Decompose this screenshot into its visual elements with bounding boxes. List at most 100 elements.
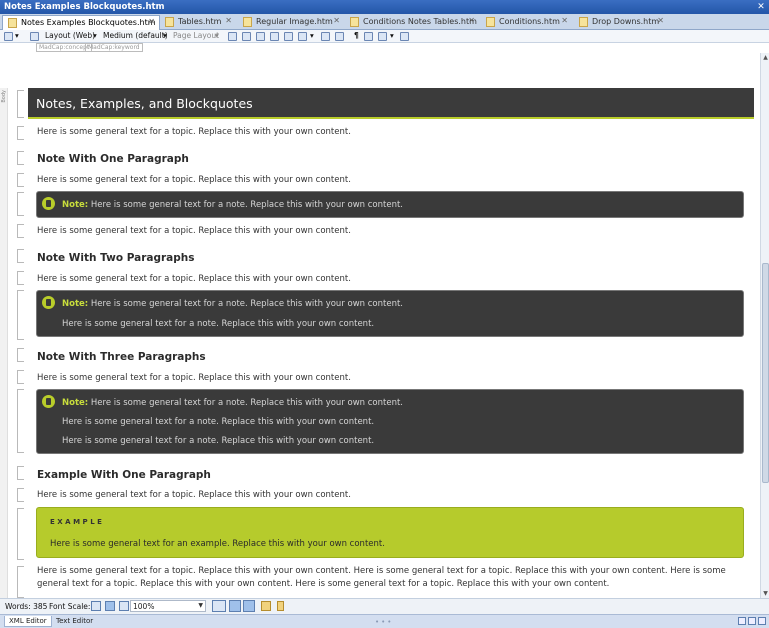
note-icon (42, 197, 55, 210)
close-icon[interactable]: ✕ (756, 2, 766, 12)
keyword-tag[interactable]: MadCap:keyword (85, 43, 143, 52)
font-reset-icon[interactable] (105, 601, 115, 611)
zoom-select[interactable]: 100% ▼ (130, 600, 206, 612)
view-mode-icon[interactable] (212, 600, 226, 612)
scrollbar-thumb[interactable] (762, 263, 769, 483)
note-icon (42, 296, 55, 309)
document-tab-bar: Notes Examples Blockquotes.htm ✕ Tables.… (0, 14, 769, 30)
highlight-icon[interactable] (378, 32, 387, 41)
note-label: Note: (62, 299, 89, 309)
tab-conditions[interactable]: Conditions.htm ✕ (481, 15, 572, 30)
note-line: Note: Here is some general text for a no… (62, 299, 403, 309)
page-layout-dropdown[interactable]: Page Layout (173, 31, 219, 40)
single-view-icon[interactable] (758, 617, 766, 625)
note-line: Note: Here is some general text for a no… (62, 398, 403, 408)
note-block: Note: Here is some general text for a no… (36, 290, 744, 337)
block-marker[interactable] (17, 389, 24, 453)
view-mode-icon[interactable] (243, 600, 255, 612)
close-tab-icon[interactable]: ✕ (468, 16, 475, 25)
tab-drop-downs[interactable]: Drop Downs.htm ✕ (574, 15, 668, 30)
chevron-down-icon[interactable]: ▾ (15, 31, 19, 40)
close-tab-icon[interactable]: ✕ (657, 16, 664, 25)
file-icon (350, 17, 359, 27)
concept-tag[interactable]: MadCap:concept (36, 43, 93, 52)
tab-xml-editor[interactable]: XML Editor (4, 616, 52, 627)
status-bar: Words: 385 Font Scale: 100% ▼ (0, 598, 769, 614)
page-title: Notes, Examples, and Blockquotes (36, 96, 253, 111)
body-gutter-label: Body (1, 90, 7, 103)
heading-1-block: Notes, Examples, and Blockquotes (28, 88, 754, 119)
tab-conditions-notes-tables[interactable]: Conditions Notes Tables.htm ✕ (345, 15, 479, 30)
scroll-up-icon[interactable]: ▲ (762, 54, 769, 61)
chevron-down-icon[interactable]: ▾ (163, 31, 167, 40)
block-marker[interactable] (17, 508, 24, 560)
show-markers-icon[interactable] (242, 32, 251, 41)
section-heading: Note With One Paragraph (37, 153, 189, 165)
block-marker[interactable] (17, 173, 24, 187)
structure-gutter: Body (0, 88, 8, 598)
layout-icon[interactable] (30, 32, 39, 41)
block-marker[interactable] (17, 126, 24, 140)
screen-icon[interactable] (400, 32, 409, 41)
close-tab-icon[interactable]: ✕ (561, 16, 568, 25)
show-tags-icon[interactable] (228, 32, 237, 41)
block-marker[interactable] (17, 290, 24, 340)
resize-grip-icon[interactable]: ••• (375, 618, 393, 626)
split-view-icon[interactable] (738, 617, 746, 625)
tab-tables[interactable]: Tables.htm ✕ (160, 15, 236, 30)
scroll-down-icon[interactable]: ▼ (762, 590, 769, 597)
tab-notes-examples-blockquotes[interactable]: Notes Examples Blockquotes.htm ✕ (2, 15, 160, 30)
note-block: Note: Here is some general text for a no… (36, 389, 744, 454)
preview-icon[interactable] (4, 32, 13, 41)
paragraph: Here is some general text for a topic. R… (37, 373, 351, 383)
section-heading: Example With One Paragraph (37, 469, 211, 481)
block-marker[interactable] (17, 566, 24, 598)
note-block: Note: Here is some general text for a no… (36, 191, 744, 218)
track-changes-icon[interactable] (261, 601, 271, 611)
split-view-icon[interactable] (748, 617, 756, 625)
view-mode-icon[interactable] (229, 600, 241, 612)
tab-text-editor[interactable]: Text Editor (52, 616, 97, 627)
chevron-down-icon[interactable]: ▾ (310, 31, 314, 40)
block-marker[interactable] (17, 224, 24, 238)
table-icon[interactable] (321, 32, 330, 41)
chevron-down-icon[interactable]: ▾ (390, 31, 394, 40)
block-marker[interactable] (17, 370, 24, 384)
block-marker[interactable] (17, 466, 24, 480)
xml-editor-canvas[interactable]: Body Notes, Examples, and Blockquotes He… (0, 53, 760, 598)
file-icon (486, 17, 495, 27)
show-links-icon[interactable] (284, 32, 293, 41)
block-marker[interactable] (17, 271, 24, 285)
close-tab-icon[interactable]: ✕ (148, 17, 155, 26)
note-text: Here is some general text for a note. Re… (90, 398, 403, 408)
editor-toolbar: ▾ Layout (Web) ▾ Medium (default) ▾ Page… (0, 30, 769, 43)
font-decrease-icon[interactable] (91, 601, 101, 611)
block-marker[interactable] (17, 192, 24, 216)
chevron-down-icon[interactable]: ▾ (215, 31, 219, 40)
markup-icon[interactable] (364, 32, 373, 41)
font-increase-icon[interactable] (119, 601, 129, 611)
layout-dropdown[interactable]: Layout (Web) (45, 31, 95, 40)
close-tab-icon[interactable]: ✕ (225, 16, 232, 25)
section-heading: Note With Three Paragraphs (37, 351, 206, 363)
paragraph: Here is some general text for a topic. R… (37, 226, 351, 236)
lock-icon[interactable] (277, 601, 284, 611)
medium-dropdown[interactable]: Medium (default) (103, 31, 168, 40)
section-heading: Note With Two Paragraphs (37, 252, 195, 264)
chevron-down-icon[interactable]: ▾ (93, 31, 97, 40)
show-spans-icon[interactable] (270, 32, 279, 41)
pilcrow-icon[interactable]: ¶ (354, 31, 359, 40)
block-marker[interactable] (17, 90, 24, 118)
close-tab-icon[interactable]: ✕ (333, 16, 340, 25)
font-scale-label: Font Scale: (49, 602, 91, 611)
block-marker[interactable] (17, 488, 24, 502)
show-conditions-icon[interactable] (256, 32, 265, 41)
note-line: Here is some general text for a note. Re… (62, 436, 375, 446)
frame-icon[interactable] (335, 32, 344, 41)
block-marker[interactable] (17, 348, 24, 362)
show-variables-icon[interactable] (298, 32, 307, 41)
block-marker[interactable] (17, 249, 24, 263)
vertical-scrollbar[interactable]: ▲ ▼ (760, 53, 769, 598)
tab-regular-image[interactable]: Regular Image.htm ✕ (238, 15, 344, 30)
block-marker[interactable] (17, 151, 24, 165)
